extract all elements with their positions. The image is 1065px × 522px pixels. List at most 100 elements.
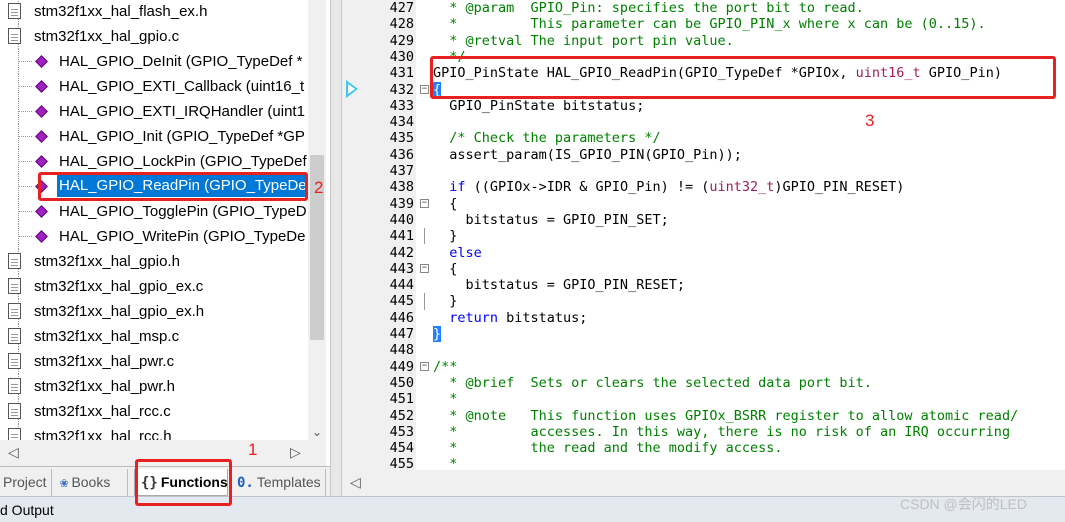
code-text: * @note This function uses GPIOx_BSRR re… <box>433 408 1018 424</box>
code-line[interactable]: 446 return bitstatus; <box>342 310 1065 326</box>
code-text: GPIO_PinState bitstatus; <box>433 98 644 114</box>
line-number: 449 <box>389 358 414 375</box>
tree-item-function[interactable]: HAL_GPIO_EXTI_IRQHandler (uint1 <box>0 99 308 124</box>
code-line[interactable]: 443− { <box>342 261 1065 277</box>
code-line[interactable]: 441 } <box>342 228 1065 245</box>
code-line[interactable]: 452 * @note This function uses GPIOx_BSR… <box>342 408 1065 424</box>
tree-item-label: stm32f1xx_hal_gpio.h <box>34 253 180 270</box>
tree-connector-line <box>18 86 32 87</box>
code-line[interactable]: 445 } <box>342 293 1065 310</box>
fold-toggle-icon[interactable]: − <box>420 84 429 94</box>
tree-item-file[interactable]: stm32f1xx_hal_pwr.c <box>0 349 308 374</box>
line-number: 434 <box>389 114 414 131</box>
tree-item-label: stm32f1xx_hal_flash_ex.h <box>34 3 208 20</box>
matched-brace: } <box>433 326 442 342</box>
code-comment: * <box>433 456 458 470</box>
tree-item-label: stm32f1xx_hal_pwr.c <box>34 353 175 370</box>
code-line[interactable]: 449−/** <box>342 359 1065 375</box>
code-line[interactable]: 451 * <box>342 391 1065 407</box>
code-token: } <box>433 293 458 310</box>
code-line[interactable]: 454 * the read and the modify access. <box>342 440 1065 456</box>
tree-vertical-scrollbar[interactable] <box>308 0 326 440</box>
code-text: * @retval The input port pin value. <box>433 33 733 49</box>
code-token: assert_param(IS_GPIO_PIN(GPIO_Pin)); <box>433 146 742 163</box>
panel-splitter[interactable] <box>330 0 342 496</box>
code-comment: * @param GPIO_Pin: specifies the port bi… <box>433 0 864 16</box>
code-text: } <box>433 228 457 244</box>
line-number: 427 <box>389 0 414 16</box>
fold-toggle-icon[interactable]: − <box>420 198 429 208</box>
tree-item-file[interactable]: stm32f1xx_hal_flash_ex.h <box>0 0 308 24</box>
code-line[interactable]: 453 * accesses. In this way, there is no… <box>342 424 1065 440</box>
tree-item-function[interactable]: HAL_GPIO_TogglePin (GPIO_TypeD <box>0 199 308 224</box>
tree-item-function[interactable]: HAL_GPIO_EXTI_Callback (uint16_t <box>0 74 308 99</box>
tab-books[interactable]: ❀ Books <box>56 469 128 496</box>
code-line[interactable]: 437 <box>342 163 1065 179</box>
line-number: 452 <box>389 407 414 424</box>
scroll-right-arrow-icon[interactable]: ▷ <box>290 444 301 461</box>
tree-item-function[interactable]: HAL_GPIO_WritePin (GPIO_TypeDe <box>0 224 308 249</box>
tab-templates[interactable]: 0. Templates <box>234 469 326 496</box>
code-line[interactable]: 439− { <box>342 196 1065 212</box>
code-text: /** <box>433 359 457 375</box>
tab-books-label: Books <box>71 474 111 490</box>
scroll-left-arrow-icon[interactable]: ◁ <box>8 444 19 461</box>
code-line[interactable]: 438 if ((GPIOx->IDR & GPIO_Pin) != (uint… <box>342 179 1065 195</box>
tree-item-file[interactable]: stm32f1xx_hal_msp.c <box>0 324 308 349</box>
function-diamond-icon <box>35 230 48 243</box>
line-number: 430 <box>389 48 414 65</box>
code-line[interactable]: 444 bitstatus = GPIO_PIN_RESET; <box>342 277 1065 293</box>
tree-item-function[interactable]: HAL_GPIO_Init (GPIO_TypeDef *GP <box>0 124 308 149</box>
code-line[interactable]: 429 * @retval The input port pin value. <box>342 33 1065 49</box>
tree-item-file[interactable]: stm32f1xx_hal_gpio.h <box>0 249 308 274</box>
code-text: bitstatus = GPIO_PIN_RESET; <box>433 277 685 293</box>
code-text: * @param GPIO_Pin: specifies the port bi… <box>433 0 864 16</box>
scroll-down-arrow-icon[interactable]: ⌄ <box>308 424 326 440</box>
line-number: 439 <box>389 195 414 212</box>
tree-item-function[interactable]: HAL_GPIO_LockPin (GPIO_TypeDef <box>0 149 308 174</box>
tree-item-file[interactable]: stm32f1xx_hal_gpio_ex.c <box>0 274 308 299</box>
code-token: bitstatus; <box>498 309 588 326</box>
line-number: 433 <box>389 97 414 114</box>
code-text: return bitstatus; <box>433 310 587 326</box>
code-line[interactable]: 435 /* Check the parameters */ <box>342 130 1065 146</box>
code-line[interactable]: 442 else <box>342 245 1065 261</box>
code-line[interactable]: 434 <box>342 114 1065 130</box>
editor-horizontal-scrollbar[interactable]: ◁ <box>342 470 1065 496</box>
code-line[interactable]: 448 <box>342 342 1065 358</box>
code-line[interactable]: 440 bitstatus = GPIO_PIN_SET; <box>342 212 1065 228</box>
fold-toggle-icon[interactable]: − <box>420 361 429 371</box>
fold-toggle-icon[interactable]: − <box>420 263 429 273</box>
code-line[interactable]: 455 * <box>342 456 1065 470</box>
tree-item-label: HAL_GPIO_Init (GPIO_TypeDef *GP <box>59 128 305 145</box>
function-diamond-icon <box>35 155 48 168</box>
code-comment: /** <box>433 358 458 375</box>
file-icon <box>8 328 21 344</box>
code-line[interactable]: 447} <box>342 326 1065 342</box>
tree-item-file[interactable]: stm32f1xx_hal_rcc.c <box>0 399 308 424</box>
code-token: bitstatus = GPIO_PIN_SET; <box>433 211 669 228</box>
code-line[interactable]: 436 assert_param(IS_GPIO_PIN(GPIO_Pin)); <box>342 147 1065 163</box>
line-number: 446 <box>389 309 414 326</box>
code-line[interactable]: 427 * @param GPIO_Pin: specifies the por… <box>342 0 1065 16</box>
code-text: } <box>433 326 442 342</box>
code-text: * the read and the modify access. <box>433 440 782 456</box>
line-number: 441 <box>389 228 414 245</box>
tree-item-file[interactable]: stm32f1xx_hal_gpio.c <box>0 24 308 49</box>
code-keyword: else <box>433 244 482 261</box>
tree-item-function[interactable]: HAL_GPIO_DeInit (GPIO_TypeDef * <box>0 49 308 74</box>
tree-connector-line <box>18 136 32 137</box>
tab-project[interactable]: Project <box>0 469 52 496</box>
code-type: uint32_t <box>709 179 775 196</box>
code-comment: /* Check the parameters */ <box>433 130 661 147</box>
code-line[interactable]: 428 * This parameter can be GPIO_PIN_x w… <box>342 16 1065 32</box>
tree-item-file[interactable]: stm32f1xx_hal_pwr.h <box>0 374 308 399</box>
annotation-box-1 <box>135 459 232 506</box>
code-line[interactable]: 450 * @brief Sets or clears the selected… <box>342 375 1065 391</box>
tree-item-file[interactable]: stm32f1xx_hal_gpio_ex.h <box>0 299 308 324</box>
tab-templates-label: Templates <box>256 474 321 490</box>
line-number: 451 <box>389 391 414 408</box>
code-line[interactable]: 433 GPIO_PinState bitstatus; <box>342 98 1065 114</box>
file-icon <box>8 403 21 419</box>
editor-scroll-left-arrow-icon[interactable]: ◁ <box>350 474 361 491</box>
